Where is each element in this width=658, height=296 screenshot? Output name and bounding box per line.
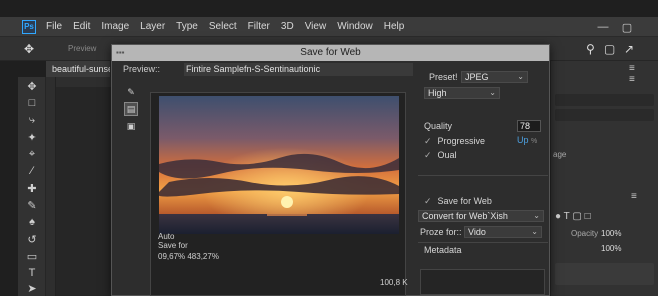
dialog-title: Save for Web [112, 45, 549, 61]
share-icon[interactable]: ↗ [624, 42, 634, 56]
history-brush-icon[interactable]: ↺ [24, 232, 40, 246]
marquee-icon[interactable]: □ [24, 96, 40, 110]
settings-divider [418, 175, 548, 176]
checkmark-icon: ✓ [424, 196, 432, 206]
right-panels: ≡ ≡ age ≡ ● T ▢ □ Opacity 100% 100% [550, 61, 658, 296]
proze-label: Proze for:: [420, 227, 462, 237]
progressive-label: Progressive [437, 136, 486, 146]
crop-icon[interactable]: ⌖ [24, 147, 40, 161]
checkmark-icon: ✓ [424, 136, 432, 146]
oual-checkbox[interactable]: ✓ Oual [424, 150, 457, 161]
chevron-down-icon: ⌄ [489, 88, 496, 97]
panel-menu-icon[interactable]: ≡ [629, 63, 635, 74]
metadata-box [420, 269, 545, 295]
up-label: Up [517, 135, 529, 145]
layer-row[interactable] [555, 263, 654, 285]
vertical-ruler [46, 77, 56, 296]
chevron-down-icon: ⌄ [517, 72, 524, 81]
menu-filter[interactable]: Filter [248, 21, 270, 32]
preview-label: Preview:: [123, 64, 161, 74]
menu-file[interactable]: File [46, 21, 62, 32]
chevron-down-icon: ⌄ [533, 211, 540, 220]
quality-preset-value: High [428, 88, 447, 98]
minimize-icon[interactable]: — [596, 20, 610, 34]
photoshop-logo-icon: Ps [22, 19, 36, 34]
convert-value: Convert for Web`Xish [422, 211, 508, 221]
preset-label: Preset! [429, 72, 458, 82]
quality-preset-select[interactable]: High ⌄ [424, 87, 500, 99]
preview-info-line3: 09,67% 483,27% [158, 252, 219, 261]
proze-select[interactable]: Vido ⌄ [464, 226, 542, 238]
menu-select[interactable]: Select [209, 21, 237, 32]
panel-menu-icon-2[interactable]: ≡ [629, 74, 635, 85]
options-preview-label: Preview [68, 44, 97, 53]
type-tool-icon[interactable]: T [24, 266, 40, 280]
up-unit: % [531, 138, 538, 145]
sunset-preview-image [159, 96, 399, 234]
pen-icon[interactable]: ➤ [24, 281, 40, 295]
opacity-value[interactable]: 100% [601, 229, 621, 238]
preview-frame [150, 92, 406, 296]
preview-name-field: Fintire Samplefn-S-Sentinautionic [184, 63, 413, 76]
lasso-icon[interactable]: ⤷ [24, 113, 40, 127]
menu-3d[interactable]: 3D [281, 21, 294, 32]
oual-label: Oual [437, 150, 457, 160]
proze-value: Vido [468, 227, 486, 237]
healing-brush-icon[interactable]: ✚ [24, 181, 40, 195]
chevron-down-icon: ⌄ [531, 227, 538, 236]
preview-file-size: 100,8 K [380, 278, 408, 287]
workspace-icon[interactable]: ▢ [604, 42, 615, 56]
metadata-label: Metadata [424, 245, 462, 255]
convert-select[interactable]: Convert for Web`Xish ⌄ [418, 210, 544, 222]
menu-help[interactable]: Help [384, 21, 405, 32]
menu-edit[interactable]: Edit [73, 21, 90, 32]
settings-divider-2 [418, 242, 548, 243]
fill-value[interactable]: 100% [601, 244, 621, 253]
brush-icon[interactable]: ✎ [24, 198, 40, 212]
eraser-icon[interactable]: ▭ [24, 249, 40, 263]
eyedropper-icon[interactable]: ∕ [24, 164, 40, 178]
layers-menu-icon[interactable]: ≡ [631, 191, 637, 202]
preview-info-line1: Auto [158, 232, 175, 241]
preview-info-line2: Save for [158, 241, 188, 250]
dialog-tools: ✎ ▤ ▣ [124, 85, 140, 136]
image-view-icon[interactable]: ▣ [124, 119, 138, 133]
quality-label: Quality [424, 121, 453, 131]
progressive-checkbox[interactable]: ✓ Progressive [424, 136, 485, 147]
tools-panel: ✥ □ ⤷ ✦ ⌖ ∕ ✚ ✎ ♠ ↺ ▭ T ➤ [18, 77, 46, 296]
menu-view[interactable]: View [305, 21, 327, 32]
panel-age-text: age [553, 150, 567, 159]
dialog-title-deco: ▪▪▪ [116, 48, 125, 57]
quality-input[interactable]: 78 [517, 120, 541, 132]
preset-select[interactable]: JPEG ⌄ [461, 71, 528, 83]
search-icon[interactable]: ⚲ [586, 42, 595, 56]
menu-bar: Ps File Edit Image Layer Type Select Fil… [0, 17, 658, 37]
settings-column: Preset! JPEG ⌄ High ⌄ Quality 78 ✓ Progre… [418, 63, 548, 295]
checkmark-icon: ✓ [424, 150, 432, 160]
menu-window[interactable]: Window [337, 21, 373, 32]
menu-layer[interactable]: Layer [140, 21, 165, 32]
preset-value: JPEG [465, 72, 489, 82]
save-for-web-checkbox[interactable]: ✓ Save for Web [424, 196, 492, 207]
menu-image[interactable]: Image [101, 21, 129, 32]
menu-type[interactable]: Type [176, 21, 198, 32]
maximize-icon[interactable]: ▢ [620, 20, 634, 34]
magic-wand-icon[interactable]: ✦ [24, 130, 40, 144]
move-icon[interactable]: ✥ [24, 79, 40, 93]
up-value[interactable]: Up % [517, 135, 537, 145]
opacity-label: Opacity [571, 229, 599, 238]
layer-filter-icons[interactable]: ● T ▢ □ [555, 211, 591, 222]
save-for-web-dialog: Save for Web ▪▪▪ Preview:: Fintire Sampl… [111, 44, 550, 296]
save-for-web-label: Save for Web [437, 196, 492, 206]
slice-select-icon[interactable]: ▤ [124, 102, 138, 116]
move-tool-icon[interactable]: ✥ [24, 42, 34, 56]
panel-select-2[interactable] [555, 109, 654, 121]
clone-stamp-icon[interactable]: ♠ [24, 215, 40, 229]
hand-tool-icon[interactable]: ✎ [124, 85, 138, 99]
panel-select-1[interactable] [555, 94, 654, 106]
horizontal-ruler [56, 77, 112, 87]
document-tab[interactable]: beautiful-sunset [46, 61, 110, 77]
